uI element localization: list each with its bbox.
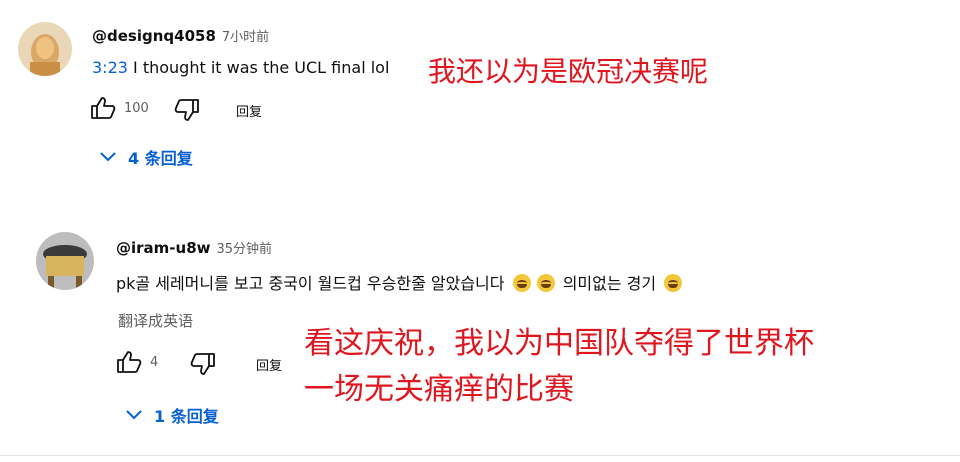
- comment-body: pk골 세레머니를 보고 중국이 월드컵 우승한줄 알았습니다: [116, 274, 505, 293]
- reply-button[interactable]: 回复: [236, 101, 262, 120]
- comment-text: pk골 세레머니를 보고 중국이 월드컵 우승한줄 알았습니다 의미없는 경기: [116, 270, 685, 294]
- comment-author[interactable]: @iram-u8w: [116, 239, 211, 257]
- laughing-emoji-icon: [536, 274, 555, 292]
- comment-author[interactable]: @designq4058: [92, 27, 216, 45]
- comment-header: @designq4058 7小时前: [92, 26, 269, 45]
- annotation-translation-line1: 看这庆祝，我以为中国队夺得了世界杯: [304, 326, 814, 361]
- thumbs-up-icon: [117, 351, 142, 373]
- annotation-translation-line2: 一场无关痛痒的比赛: [304, 372, 574, 407]
- dislike-button[interactable]: [190, 352, 216, 380]
- view-replies-button[interactable]: 1 条回复: [126, 403, 219, 427]
- comment-body-continued: 의미없는 경기: [562, 274, 657, 293]
- like-button[interactable]: 100: [90, 96, 149, 120]
- like-count: 4: [150, 354, 159, 370]
- comment-time[interactable]: 7小时前: [222, 30, 269, 45]
- comment-text: 3:23 I thought it was the UCL final lol: [92, 58, 389, 77]
- avatar[interactable]: [36, 232, 94, 290]
- like-button[interactable]: 4: [116, 350, 158, 374]
- replies-label: 1 条回复: [154, 407, 219, 426]
- like-count: 100: [124, 100, 149, 116]
- timestamp-link[interactable]: 3:23: [92, 58, 128, 77]
- replies-label: 4 条回复: [128, 149, 193, 168]
- thumbs-up-icon: [91, 97, 116, 119]
- comment-body: I thought it was the UCL final lol: [133, 58, 390, 77]
- laughing-emoji-icon: [512, 274, 531, 292]
- reply-button[interactable]: 回复: [256, 355, 282, 374]
- chevron-down-icon: [126, 410, 142, 420]
- dislike-button[interactable]: [174, 98, 200, 126]
- chevron-down-icon: [100, 152, 116, 162]
- avatar[interactable]: [18, 22, 72, 76]
- bottom-divider: [0, 455, 960, 456]
- translate-link[interactable]: 翻译成英语: [118, 310, 193, 331]
- annotation-translation: 我还以为是欧冠决赛呢: [428, 55, 709, 88]
- avatar-image: [36, 232, 94, 290]
- view-replies-button[interactable]: 4 条回复: [100, 145, 193, 169]
- comment-header: @iram-u8w 35分钟前: [116, 238, 272, 257]
- laughing-emoji-icon: [664, 274, 683, 292]
- thumbs-down-icon: [174, 99, 199, 121]
- comment-time[interactable]: 35分钟前: [217, 242, 273, 257]
- thumbs-down-icon: [190, 353, 215, 375]
- avatar-image: [18, 22, 72, 76]
